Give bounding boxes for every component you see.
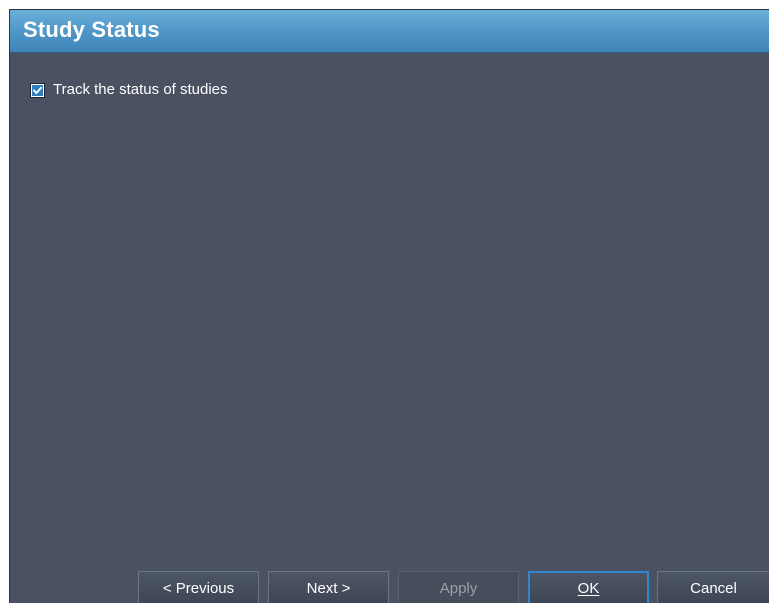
previous-button[interactable]: < Previous (138, 571, 259, 603)
study-status-panel: Study Status Track the status of studies… (9, 9, 769, 603)
panel-header: Study Status (10, 10, 769, 53)
previous-button-label: < Previous (162, 580, 235, 597)
track-status-label: Track the status of studies (53, 81, 228, 98)
apply-button-label: Apply (439, 580, 478, 597)
track-status-option[interactable]: Track the status of studies (30, 80, 228, 100)
track-status-checkbox[interactable] (30, 82, 45, 98)
next-button[interactable]: Next > (268, 571, 389, 603)
ok-button[interactable]: OK (528, 571, 649, 603)
cancel-button-label: Cancel (690, 580, 737, 597)
ok-button-label: OK (577, 580, 600, 597)
cancel-button[interactable]: Cancel (657, 571, 769, 603)
apply-button[interactable]: Apply (398, 571, 519, 603)
page-title: Study Status (23, 17, 160, 42)
checkmark-icon (32, 84, 43, 96)
next-button-label: Next > (306, 580, 351, 597)
